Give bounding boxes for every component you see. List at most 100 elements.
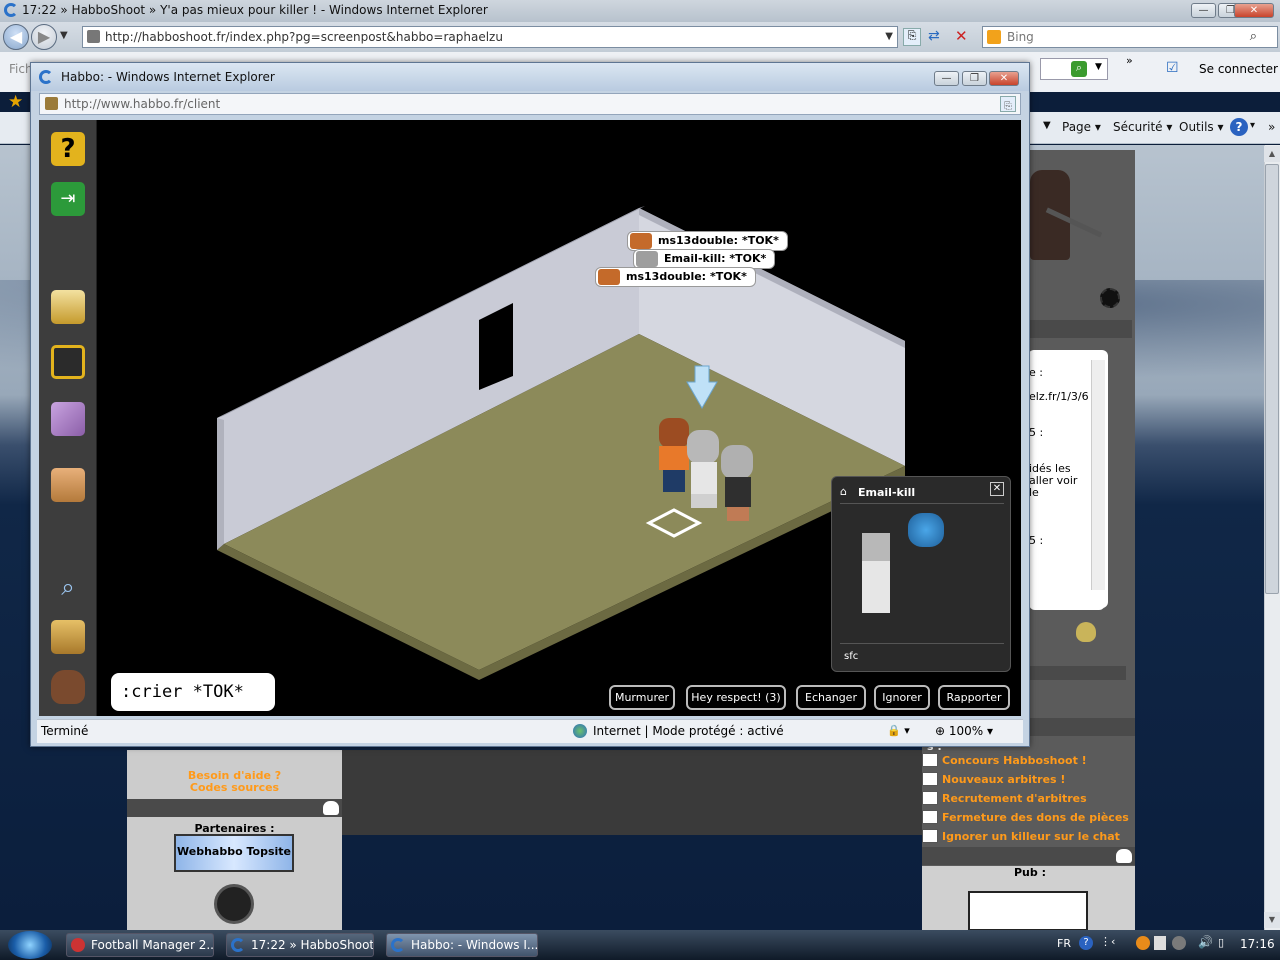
news-link-1[interactable]: Concours Habboshoot ! bbox=[942, 754, 1087, 767]
news-link-3[interactable]: Recrutement d'arbitres bbox=[942, 792, 1087, 805]
popup-maximize-icon[interactable]: ❐ bbox=[962, 71, 987, 86]
search-box[interactable]: Bing ⌕ bbox=[982, 26, 1278, 48]
security-menu[interactable]: Sécurité ▾ bbox=[1113, 120, 1172, 134]
search-icon[interactable]: ⌕ bbox=[1250, 27, 1257, 47]
page-menu[interactable]: Page ▾ bbox=[1062, 120, 1101, 134]
language-indicator[interactable]: FR bbox=[1057, 937, 1071, 950]
windows-taskbar: Football Manager 2... 17:22 » HabboShoot… bbox=[0, 930, 1280, 960]
trade-button[interactable]: Echanger bbox=[796, 685, 866, 710]
magnifier-icon[interactable]: ⌕ bbox=[51, 570, 85, 604]
minimize-icon[interactable]: — bbox=[1191, 3, 1216, 18]
catalogue-icon[interactable] bbox=[51, 290, 85, 324]
print-dropdown-icon[interactable]: ▼ bbox=[1043, 120, 1051, 131]
popup-page-icon[interactable]: ⎘ bbox=[1000, 96, 1016, 112]
sources-link[interactable]: Codes sources bbox=[127, 781, 342, 794]
tray-app-icon[interactable] bbox=[1136, 936, 1150, 950]
start-button[interactable] bbox=[8, 931, 52, 959]
infostand-avatar-image bbox=[862, 533, 890, 613]
more-tools-icon[interactable]: » bbox=[1268, 120, 1275, 134]
chat-bubble-1: ms13double: *TOK* bbox=[627, 231, 788, 251]
help-icon[interactable]: ? bbox=[1230, 118, 1248, 136]
avatar-orange bbox=[659, 418, 689, 492]
stop-icon[interactable]: ✕ bbox=[955, 27, 968, 45]
partner-banner-text: Webhabbo Topsite bbox=[177, 845, 291, 858]
webhabbo-topsite-banner[interactable]: Webhabbo Topsite bbox=[174, 834, 294, 872]
news-icon bbox=[922, 753, 938, 767]
hand-icon[interactable] bbox=[51, 468, 85, 502]
status-text: Terminé bbox=[41, 724, 89, 738]
left-bar bbox=[127, 799, 342, 817]
infostand-close-icon[interactable]: ✕ bbox=[990, 482, 1004, 496]
respect-button[interactable]: Hey respect! (3) bbox=[686, 685, 786, 710]
scroll-up-icon[interactable]: ▲ bbox=[1264, 146, 1280, 162]
chat-input[interactable]: :crier *TOK* bbox=[111, 673, 275, 711]
popup-minimize-icon[interactable]: — bbox=[934, 71, 959, 86]
scroll-down-icon[interactable]: ▼ bbox=[1264, 912, 1280, 928]
protected-mode-icon[interactable]: 🔒 ▾ bbox=[887, 720, 910, 742]
more-chevron-icon[interactable]: » bbox=[1126, 54, 1133, 67]
exit-room-icon[interactable]: ⇥ bbox=[51, 182, 85, 216]
page-scroll-thumb[interactable] bbox=[1265, 164, 1279, 594]
ie-logo-icon bbox=[39, 70, 53, 84]
popup-close-icon[interactable]: ✕ bbox=[989, 71, 1019, 86]
infostand-username: Email-kill bbox=[858, 486, 916, 499]
skull-icon bbox=[1116, 849, 1132, 863]
tray-device-icon[interactable] bbox=[1154, 936, 1166, 950]
taskbar-clock[interactable]: 17:16 bbox=[1240, 937, 1275, 951]
tray-battery-icon[interactable]: ▯ bbox=[1218, 936, 1224, 949]
avatar-face-icon bbox=[630, 233, 652, 249]
pub-title: Pub : bbox=[1014, 866, 1046, 879]
user-avatar-icon[interactable] bbox=[51, 670, 85, 704]
tray-network-icon[interactable] bbox=[1172, 936, 1186, 950]
address-bar[interactable]: http://habboshoot.fr/index.php?pg=screen… bbox=[82, 26, 898, 48]
inventory-icon[interactable] bbox=[51, 402, 85, 436]
zoom-level: 100% bbox=[948, 724, 984, 738]
popup-url: http://www.habbo.fr/client bbox=[64, 97, 221, 111]
news-link-5[interactable]: Ignorer un killeur sur le chat bbox=[942, 830, 1120, 843]
task-label-1: Football Manager 2... bbox=[91, 938, 214, 952]
room-builder-icon[interactable] bbox=[51, 620, 85, 654]
task-habbo-client[interactable]: Habbo: - Windows I... bbox=[386, 933, 538, 957]
forward-button[interactable]: ▶ bbox=[31, 24, 57, 50]
task-football-manager[interactable]: Football Manager 2... bbox=[66, 933, 214, 957]
avatar-face-icon bbox=[636, 251, 658, 267]
history-dropdown-icon[interactable]: ▼ bbox=[60, 30, 68, 41]
home-icon[interactable]: ⌂ bbox=[840, 485, 847, 498]
tray-help-icon[interactable]: ? bbox=[1079, 936, 1093, 950]
toolbar-search-field[interactable]: ⌕ ▼ bbox=[1040, 58, 1108, 80]
ignore-button[interactable]: Ignorer bbox=[874, 685, 930, 710]
chat-card-scrollbar[interactable] bbox=[1091, 360, 1105, 590]
search-dropdown-icon[interactable]: ▼ bbox=[1095, 62, 1102, 72]
favorites-star-icon[interactable]: ★ bbox=[8, 92, 23, 112]
user-infostand: ⌂ Email-kill ✕ sfc bbox=[831, 476, 1011, 672]
help-dropdown-icon[interactable]: ▾ bbox=[1250, 120, 1255, 131]
tray-volume-icon[interactable]: 🔊 bbox=[1198, 935, 1213, 949]
refresh-icon[interactable]: ⇄ bbox=[928, 28, 940, 44]
task-habboshoot[interactable]: 17:22 » HabboShoot... bbox=[226, 933, 374, 957]
navigator-icon[interactable] bbox=[51, 345, 85, 379]
address-dropdown-icon[interactable]: ▼ bbox=[885, 27, 893, 47]
popup-address-bar[interactable]: http://www.habbo.fr/client ⎘ bbox=[39, 93, 1021, 115]
tray-chevron-icon[interactable]: ⋮‹ bbox=[1100, 935, 1115, 948]
habbo-game-client[interactable]: ? ⇥ ⌕ ms13double: *TOK* Email-kill: *TOK… bbox=[39, 120, 1021, 716]
help-question-icon[interactable]: ? bbox=[51, 132, 85, 166]
tools-menu[interactable]: Outils ▾ bbox=[1179, 120, 1224, 134]
ie-logo-icon bbox=[231, 938, 245, 952]
connect-link[interactable]: Se connecter bbox=[1199, 62, 1278, 76]
side-text-2: elz.fr/1/3/6 bbox=[1029, 390, 1089, 403]
page-menu-label: Page bbox=[1062, 120, 1092, 134]
report-button[interactable]: Rapporter bbox=[938, 685, 1010, 710]
news-link-4[interactable]: Fermeture des dons de pièces bbox=[942, 811, 1129, 824]
duck-icon bbox=[1076, 622, 1096, 642]
main-window-titlebar: 17:22 » HabboShoot » Y'a pas mieux pour … bbox=[0, 0, 1280, 22]
skull-badge-icon bbox=[214, 884, 254, 924]
compat-view-icon[interactable]: ⎘ bbox=[903, 28, 921, 46]
game-toolbar: ? ⇥ ⌕ bbox=[39, 120, 97, 716]
avatar-masked-1 bbox=[687, 430, 719, 508]
close-icon[interactable]: ✕ bbox=[1234, 3, 1274, 18]
go-search-icon[interactable]: ⌕ bbox=[1071, 61, 1087, 77]
whisper-button[interactable]: Murmurer bbox=[609, 685, 675, 710]
zoom-control[interactable]: ⊕ 100% ▾ bbox=[935, 720, 993, 742]
news-link-2[interactable]: Nouveaux arbitres ! bbox=[942, 773, 1065, 786]
back-button[interactable]: ◀ bbox=[3, 24, 29, 50]
